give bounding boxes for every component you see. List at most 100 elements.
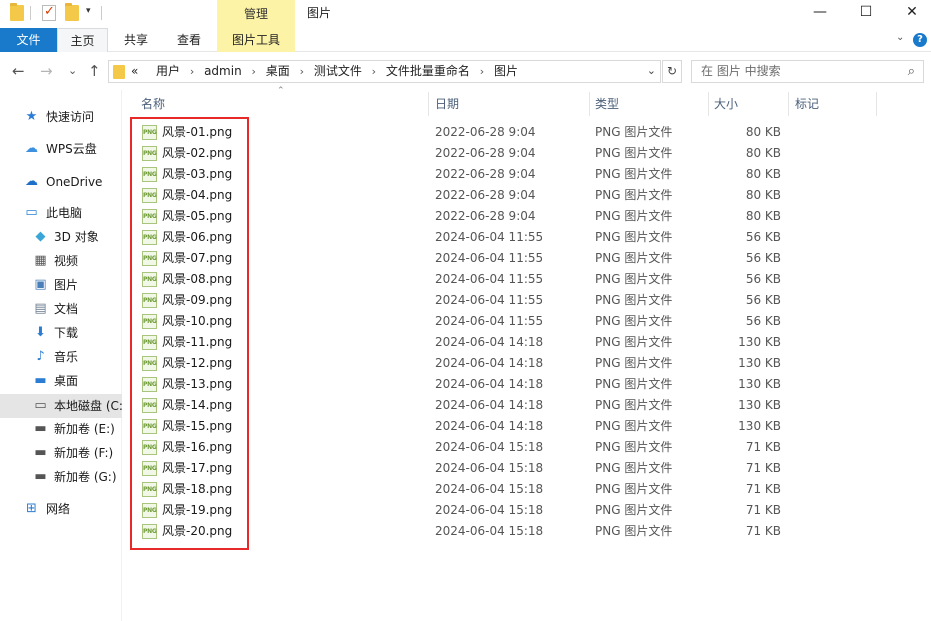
file-row[interactable]: PNG 风景-03.png 2022-06-28 9:04 PNG 图片文件 80 KB — [130, 164, 930, 185]
column-divider[interactable] — [876, 92, 877, 116]
sidebar-item-music[interactable]: ♪ 音乐 — [0, 345, 122, 369]
folder-icon[interactable] — [10, 3, 24, 21]
breadcrumb-item[interactable]: 桌面 — [266, 61, 290, 82]
column-divider[interactable] — [589, 92, 590, 116]
file-type: PNG 图片文件 — [595, 440, 673, 454]
sidebar-item-desktop[interactable]: ▬ 桌面 — [0, 369, 122, 393]
breadcrumb-separator[interactable]: › — [252, 61, 256, 82]
file-row[interactable]: PNG 风景-13.png 2024-06-04 14:18 PNG 图片文件 130 … — [130, 374, 930, 395]
sidebar-item-local-disk-c[interactable]: ▭ 本地磁盘 (C:) — [0, 394, 122, 418]
breadcrumb-separator[interactable]: › — [480, 61, 484, 82]
breadcrumb-item[interactable]: 测试文件 — [314, 61, 362, 82]
column-header-tags[interactable]: 标记 — [795, 92, 819, 116]
up-button[interactable]: ↑ — [88, 62, 101, 80]
breadcrumb-item[interactable]: admin — [204, 61, 242, 82]
breadcrumb-separator[interactable]: › — [372, 61, 376, 82]
search-input[interactable]: 在 图片 中搜索 ⌕ — [691, 60, 924, 83]
properties-icon[interactable] — [42, 4, 56, 21]
navigation-pane: ★ 快速访问 ☁ WPS云盘 ☁ OneDrive ▭ 此电脑 ◆ 3D 对象 ▦ 视频 ▣ 图片 ▤ 文档 ⬇… — [0, 90, 122, 621]
file-row[interactable]: PNG 风景-06.png 2024-06-04 11:55 PNG 图片文件 56 K… — [130, 227, 930, 248]
file-date: 2024-06-04 11:55 — [435, 272, 544, 286]
sidebar-item-wps-cloud[interactable]: ☁ WPS云盘 — [0, 137, 122, 161]
file-name: 风景-20.png — [162, 524, 233, 538]
png-file-icon: PNG — [142, 398, 157, 413]
file-row[interactable]: PNG 风景-15.png 2024-06-04 14:18 PNG 图片文件 130 … — [130, 416, 930, 437]
tab-picture-tools[interactable]: 图片工具 — [217, 28, 295, 52]
png-file-icon: PNG — [142, 356, 157, 371]
address-bar[interactable]: « 用户 › admin › 桌面 › 测试文件 › 文件批量重命名 › 图片 … — [108, 60, 661, 83]
file-date: 2024-06-04 11:55 — [435, 314, 544, 328]
address-dropdown-button[interactable]: ⌄ — [647, 64, 656, 77]
file-date: 2022-06-28 9:04 — [435, 146, 536, 160]
column-header-type[interactable]: 类型 — [595, 92, 619, 116]
sidebar-item-volume-e[interactable]: ▬ 新加卷 (E:) — [0, 417, 122, 441]
column-header-size[interactable]: 大小 — [714, 92, 738, 116]
refresh-button[interactable]: ↻ — [662, 60, 682, 83]
breadcrumb-overflow[interactable]: « — [131, 61, 138, 82]
sidebar-item-downloads[interactable]: ⬇ 下载 — [0, 321, 122, 345]
png-file-icon: PNG — [142, 188, 157, 203]
column-divider[interactable] — [708, 92, 709, 116]
document-icon: ▤ — [34, 301, 47, 316]
file-row[interactable]: PNG 风景-17.png 2024-06-04 15:18 PNG 图片文件 71 K… — [130, 458, 930, 479]
back-button[interactable]: ← — [12, 62, 25, 80]
column-divider[interactable] — [428, 92, 429, 116]
file-row[interactable]: PNG 风景-08.png 2024-06-04 11:55 PNG 图片文件 56 K… — [130, 269, 930, 290]
sidebar-item-pictures[interactable]: ▣ 图片 — [0, 273, 122, 297]
manage-context-tab[interactable]: 管理 — [217, 0, 295, 28]
file-row[interactable]: PNG 风景-04.png 2022-06-28 9:04 PNG 图片文件 80 KB — [130, 185, 930, 206]
file-row[interactable]: PNG 风景-10.png 2024-06-04 11:55 PNG 图片文件 56 K… — [130, 311, 930, 332]
file-list: PNG 风景-01.png 2022-06-28 9:04 PNG 图片文件 80 KB… — [130, 122, 930, 542]
sidebar-item-this-pc[interactable]: ▭ 此电脑 — [0, 201, 122, 225]
breadcrumb-item[interactable]: 用户 — [156, 61, 180, 82]
file-row[interactable]: PNG 风景-18.png 2024-06-04 15:18 PNG 图片文件 71 K… — [130, 479, 930, 500]
breadcrumb-separator[interactable]: › — [300, 61, 304, 82]
recent-locations-button[interactable]: ⌄ — [68, 64, 77, 77]
file-row[interactable]: PNG 风景-12.png 2024-06-04 14:18 PNG 图片文件 130 … — [130, 353, 930, 374]
tab-home[interactable]: 主页 — [57, 28, 108, 52]
sidebar-item-onedrive[interactable]: ☁ OneDrive — [0, 170, 122, 194]
close-button[interactable]: ✕ — [889, 0, 931, 26]
file-row[interactable]: PNG 风景-16.png 2024-06-04 15:18 PNG 图片文件 71 K… — [130, 437, 930, 458]
file-row[interactable]: PNG 风景-09.png 2024-06-04 11:55 PNG 图片文件 56 K… — [130, 290, 930, 311]
sidebar-item-label: 新加卷 (E:) — [54, 422, 115, 436]
file-row[interactable]: PNG 风景-14.png 2024-06-04 14:18 PNG 图片文件 130 … — [130, 395, 930, 416]
customize-toolbar-icon[interactable]: ▾ — [86, 6, 91, 16]
file-row[interactable]: PNG 风景-05.png 2022-06-28 9:04 PNG 图片文件 80 KB — [130, 206, 930, 227]
file-row[interactable]: PNG 风景-01.png 2022-06-28 9:04 PNG 图片文件 80 KB — [130, 122, 930, 143]
search-icon[interactable]: ⌕ — [908, 64, 915, 79]
file-row[interactable]: PNG 风景-02.png 2022-06-28 9:04 PNG 图片文件 80 KB — [130, 143, 930, 164]
help-icon[interactable]: ? — [913, 33, 927, 47]
file-type: PNG 图片文件 — [595, 146, 673, 160]
collapse-ribbon-icon[interactable]: ⌄ — [896, 32, 904, 43]
tab-file[interactable]: 文件 — [0, 28, 57, 52]
sidebar-item-volume-f[interactable]: ▬ 新加卷 (F:) — [0, 441, 122, 465]
tab-view[interactable]: 查看 — [163, 28, 215, 52]
sidebar-item-videos[interactable]: ▦ 视频 — [0, 249, 122, 273]
tab-share[interactable]: 共享 — [110, 28, 162, 52]
sidebar-item-documents[interactable]: ▤ 文档 — [0, 297, 122, 321]
breadcrumb-item[interactable]: 文件批量重命名 — [386, 61, 470, 82]
file-row[interactable]: PNG 风景-07.png 2024-06-04 11:55 PNG 图片文件 56 K… — [130, 248, 930, 269]
sidebar-item-3d-objects[interactable]: ◆ 3D 对象 — [0, 225, 122, 249]
sidebar-item-label: 新加卷 (G:) — [54, 470, 117, 484]
maximize-button[interactable]: ☐ — [843, 0, 889, 26]
file-name: 风景-17.png — [162, 461, 233, 475]
file-row[interactable]: PNG 风景-11.png 2024-06-04 14:18 PNG 图片文件 130 … — [130, 332, 930, 353]
new-folder-icon[interactable] — [65, 3, 79, 21]
file-size: 130 KB — [738, 335, 781, 349]
minimize-button[interactable]: — — [797, 0, 843, 26]
column-header-date[interactable]: 日期 — [435, 92, 459, 116]
sidebar-item-volume-g[interactable]: ▬ 新加卷 (G:) — [0, 465, 122, 489]
column-header-name[interactable]: 名称 — [141, 92, 165, 116]
file-row[interactable]: PNG 风景-20.png 2024-06-04 15:18 PNG 图片文件 71 K… — [130, 521, 930, 542]
forward-button[interactable]: → — [40, 62, 53, 80]
column-divider[interactable] — [788, 92, 789, 116]
breadcrumb-item[interactable]: 图片 — [494, 61, 518, 82]
sidebar-item-network[interactable]: ⊞ 网络 — [0, 497, 122, 521]
sidebar-item-quick-access[interactable]: ★ 快速访问 — [0, 105, 122, 129]
png-file-icon: PNG — [142, 503, 157, 518]
file-row[interactable]: PNG 风景-19.png 2024-06-04 15:18 PNG 图片文件 71 K… — [130, 500, 930, 521]
breadcrumb-separator[interactable]: › — [190, 61, 194, 82]
sidebar-item-label: 3D 对象 — [54, 230, 99, 244]
